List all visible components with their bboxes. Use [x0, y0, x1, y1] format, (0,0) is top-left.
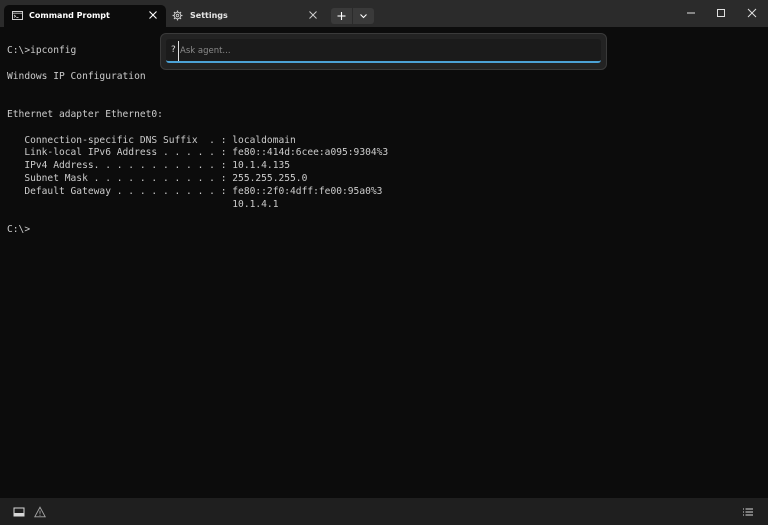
plus-icon	[337, 12, 346, 20]
terminal-line: Default Gateway . . . . . . . . . : fe80…	[7, 185, 383, 197]
tab-dropdown-button[interactable]	[353, 8, 374, 24]
command-prompt-icon	[12, 11, 23, 20]
terminal-line: IPv4 Address. . . . . . . . . . . : 10.1…	[7, 160, 291, 172]
terminal-line: Subnet Mask . . . . . . . . . . . : 255.…	[7, 172, 308, 184]
chevron-down-icon	[360, 14, 367, 19]
new-tab-button[interactable]	[331, 8, 353, 24]
terminal-output[interactable]: C:\>ipconfig Windows IP Configuration Et…	[7, 45, 388, 237]
panel-icon[interactable]	[13, 506, 25, 518]
warning-icon[interactable]	[34, 506, 46, 518]
close-tab-icon[interactable]	[308, 10, 318, 20]
terminal-window: Command Prompt Settings C:\>ipconfig Win…	[0, 0, 768, 525]
agent-prompt-panel: ?	[160, 33, 607, 70]
new-tab-group	[331, 8, 374, 24]
tab-title: Settings	[190, 11, 228, 20]
terminal-line: 10.1.4.1	[7, 198, 279, 210]
agent-input[interactable]	[178, 41, 592, 61]
tab-bar: Command Prompt Settings	[0, 0, 768, 27]
maximize-icon[interactable]	[714, 6, 728, 20]
tab-settings[interactable]: Settings	[166, 5, 326, 27]
minimize-icon[interactable]	[684, 6, 698, 20]
list-icon[interactable]	[742, 506, 754, 518]
terminal-line: Connection-specific DNS Suffix . : local…	[7, 134, 296, 146]
terminal-line: Link-local IPv6 Address . . . . . : fe80…	[7, 147, 389, 159]
close-icon[interactable]	[745, 6, 759, 20]
question-icon: ?	[171, 45, 176, 55]
gear-icon	[172, 10, 183, 21]
terminal-line: C:\>	[7, 224, 31, 236]
agent-input-container: ?	[166, 39, 601, 63]
tab-title: Command Prompt	[29, 11, 110, 20]
tab-command-prompt[interactable]: Command Prompt	[4, 5, 166, 27]
terminal-line: Ethernet adapter Ethernet0:	[7, 108, 163, 120]
terminal-line: Windows IP Configuration	[7, 70, 146, 82]
close-tab-icon[interactable]	[148, 10, 158, 20]
status-bar	[0, 498, 768, 525]
